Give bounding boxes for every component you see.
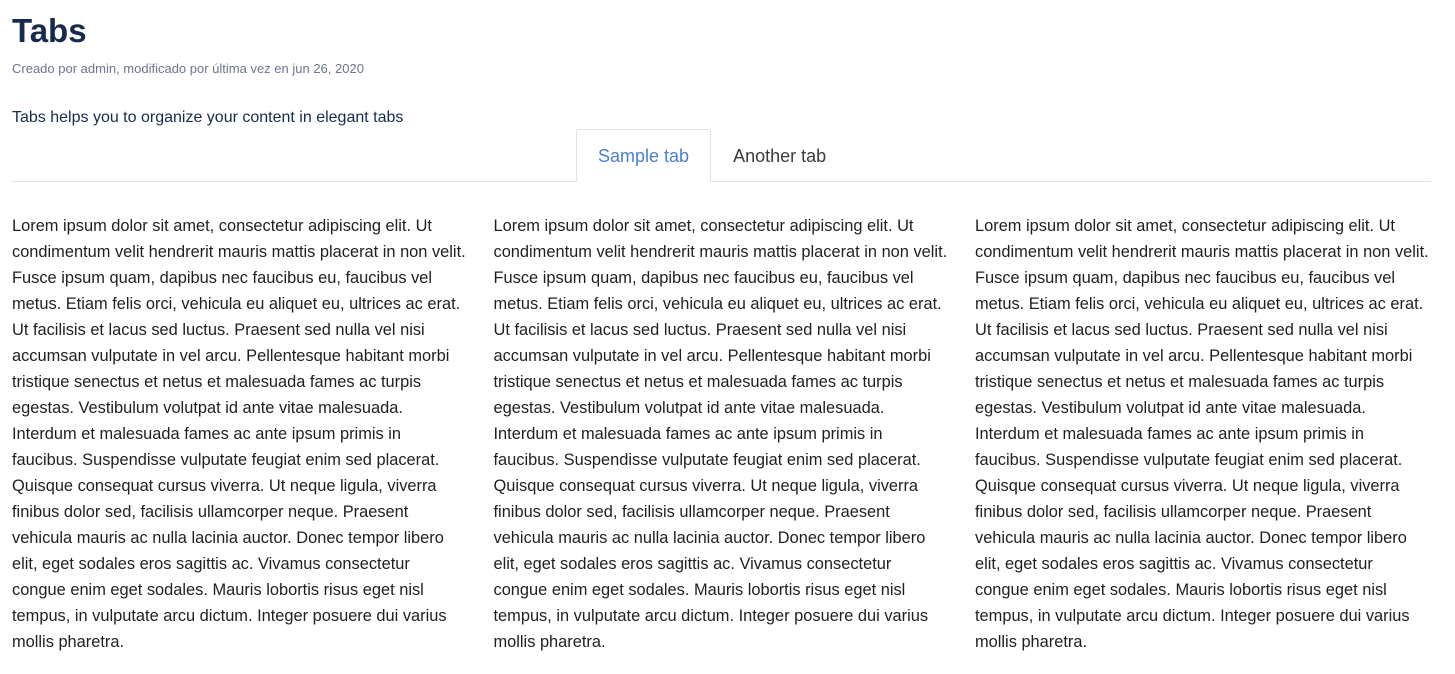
tab-bar: Sample tab Another tab bbox=[12, 129, 1431, 182]
page-title: Tabs bbox=[12, 12, 87, 49]
text-column-3: Lorem ipsum dolor sit amet, consectetur … bbox=[975, 217, 1429, 651]
tab-panel: Lorem ipsum dolor sit amet, consectetur … bbox=[12, 213, 1431, 655]
tab-list: Sample tab Another tab bbox=[576, 129, 849, 182]
intro-text: Tabs helps you to organize your content … bbox=[12, 109, 404, 126]
page-metadata: Creado por admin, modificado por última … bbox=[12, 61, 364, 76]
tab-sample[interactable]: Sample tab bbox=[576, 129, 712, 182]
text-column-2: Lorem ipsum dolor sit amet, consectetur … bbox=[493, 217, 948, 651]
tab-another[interactable]: Another tab bbox=[711, 129, 849, 181]
text-column-1: Lorem ipsum dolor sit amet, consectetur … bbox=[12, 217, 466, 651]
